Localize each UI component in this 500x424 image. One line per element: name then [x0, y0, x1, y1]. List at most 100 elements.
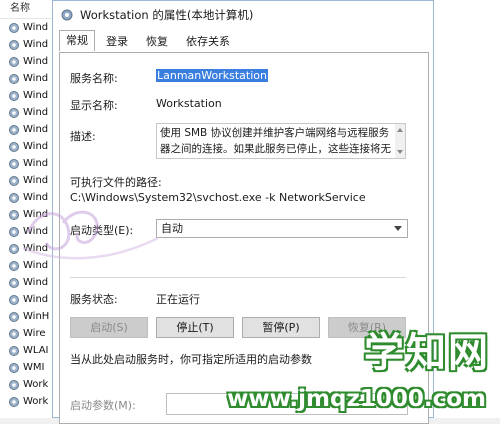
- services-list: 名称 Wind Wind Wind Wind Wind Wind Wind Wind Wind W…: [0, 0, 59, 418]
- scroll-up-arrow-icon[interactable]: [397, 128, 403, 132]
- service-list-item[interactable]: Wind: [0, 257, 58, 274]
- service-list-item-label: Wind: [23, 107, 49, 118]
- service-list-item[interactable]: Wind: [0, 206, 58, 223]
- service-list-item[interactable]: Wind: [0, 240, 58, 257]
- service-list-item-label: WMI: [23, 362, 45, 373]
- dialog-title: Workstation 的属性(本地计算机): [80, 7, 254, 22]
- gear-icon: [9, 243, 19, 254]
- service-list-item[interactable]: Work: [0, 393, 58, 410]
- service-list-item-label: Wind: [23, 39, 49, 50]
- service-name-value[interactable]: LanmanWorkstation: [156, 69, 268, 82]
- tab-logon[interactable]: 登录: [99, 32, 135, 51]
- dialog-titlebar[interactable]: Workstation 的属性(本地计算机): [53, 1, 433, 28]
- tab-general[interactable]: 常规: [59, 30, 95, 51]
- tab-bar: 常规 登录 恢复 依存关系: [59, 30, 241, 52]
- gear-icon: [9, 107, 19, 118]
- service-list-item-label: WLAI: [23, 345, 49, 356]
- service-list-item-label: Wind: [23, 56, 49, 67]
- watermark-site-name: 学知网: [364, 330, 490, 376]
- service-list-item[interactable]: Wind: [0, 138, 58, 155]
- gear-icon: [9, 311, 19, 322]
- start-params-hint: 当从此处启动服务时，你可指定所适用的启动参数: [70, 353, 312, 366]
- service-list-item-label: Wind: [23, 22, 49, 33]
- gear-icon: [9, 73, 19, 84]
- gear-icon: [9, 90, 19, 101]
- gear-icon: [9, 175, 19, 186]
- start-params-label: 启动参数(M):: [70, 399, 136, 412]
- gear-icon: [9, 345, 19, 356]
- gear-icon: [9, 396, 19, 407]
- service-list-item-label: WinH: [23, 311, 50, 322]
- service-list-item[interactable]: Wind: [0, 53, 58, 70]
- gear-icon: [9, 226, 19, 237]
- gear-icon: [9, 22, 19, 33]
- display-name-value: Workstation: [156, 97, 222, 110]
- gear-icon: [9, 294, 19, 305]
- service-list-item-label: Wind: [23, 141, 49, 152]
- service-list-item-label: Wind: [23, 226, 49, 237]
- service-list-item[interactable]: Wind: [0, 87, 58, 104]
- service-list-item[interactable]: Wind: [0, 189, 58, 206]
- gear-icon: [61, 9, 73, 20]
- service-list-item[interactable]: WMI: [0, 359, 58, 376]
- section-divider: [70, 277, 406, 278]
- startup-type-value: 自动: [161, 222, 183, 235]
- service-list-item[interactable]: Work: [0, 376, 58, 393]
- service-list-item-label: Wind: [23, 90, 49, 101]
- chevron-down-icon[interactable]: [394, 226, 402, 231]
- tab-recovery[interactable]: 恢复: [139, 32, 175, 51]
- service-list-item[interactable]: WinH: [0, 308, 58, 325]
- startup-type-label: 启动类型(E):: [70, 224, 134, 237]
- service-list-item[interactable]: Wind: [0, 19, 58, 36]
- services-list-header[interactable]: 名称: [0, 0, 58, 19]
- service-list-item[interactable]: Wind: [0, 223, 58, 240]
- description-text: 使用 SMB 协议创建并维护客户端网络与远程服务器之间的连接。如果此服务已停止，…: [160, 127, 391, 155]
- gear-icon: [9, 141, 19, 152]
- gear-icon: [9, 362, 19, 373]
- service-list-item[interactable]: Wind: [0, 155, 58, 172]
- service-name-text[interactable]: LanmanWorkstation: [156, 69, 268, 82]
- service-list-item-label: Wind: [23, 73, 49, 84]
- tab-dependencies[interactable]: 依存关系: [179, 32, 237, 51]
- description-label: 描述:: [70, 130, 96, 143]
- services-list-rows: Wind Wind Wind Wind Wind Wind Wind Wind Wind Wind…: [0, 19, 58, 410]
- service-list-item-label: Work: [23, 379, 49, 390]
- watermark-url: www.jmqz1000.com: [227, 386, 486, 412]
- gear-icon: [9, 260, 19, 271]
- exe-path-label: 可执行文件的路径:: [70, 176, 162, 189]
- description-scrollbar[interactable]: [395, 124, 405, 158]
- service-status-value: 正在运行: [156, 293, 200, 306]
- service-name-label: 服务名称:: [70, 72, 118, 85]
- service-list-item[interactable]: Wind: [0, 121, 58, 138]
- pause-button[interactable]: 暂停(P): [242, 317, 320, 338]
- service-list-item-label: Wind: [23, 243, 49, 254]
- service-list-item[interactable]: Wind: [0, 104, 58, 121]
- service-list-item[interactable]: Wire: [0, 325, 58, 342]
- service-list-item-label: Wind: [23, 175, 49, 186]
- service-list-item-label: Wind: [23, 294, 49, 305]
- service-list-item-label: Work: [23, 396, 49, 407]
- stop-button[interactable]: 停止(T): [156, 317, 234, 338]
- service-list-item[interactable]: Wind: [0, 291, 58, 308]
- gear-icon: [9, 39, 19, 50]
- service-list-item[interactable]: WLAI: [0, 342, 58, 359]
- gear-icon: [9, 56, 19, 67]
- start-button[interactable]: 启动(S): [70, 317, 148, 338]
- startup-type-select[interactable]: 自动: [156, 219, 408, 238]
- service-list-item-label: Wind: [23, 209, 49, 220]
- gear-icon: [9, 192, 19, 203]
- service-list-item[interactable]: Wind: [0, 274, 58, 291]
- scroll-down-arrow-icon[interactable]: [397, 150, 403, 154]
- description-box[interactable]: 使用 SMB 协议创建并维护客户端网络与远程服务器之间的连接。如果此服务已停止，…: [156, 123, 406, 159]
- gear-icon: [9, 277, 19, 288]
- service-list-item-label: Wind: [23, 192, 49, 203]
- service-list-item[interactable]: Wind: [0, 70, 58, 87]
- service-list-item-label: Wire: [23, 328, 46, 339]
- gear-icon: [9, 158, 19, 169]
- service-status-label: 服务状态:: [70, 293, 118, 306]
- service-list-item[interactable]: Wind: [0, 36, 58, 53]
- service-list-item-label: Wind: [23, 277, 49, 288]
- exe-path-value: C:\Windows\System32\svchost.exe -k Netwo…: [70, 191, 366, 204]
- service-list-item[interactable]: Wind: [0, 172, 58, 189]
- gear-icon: [9, 124, 19, 135]
